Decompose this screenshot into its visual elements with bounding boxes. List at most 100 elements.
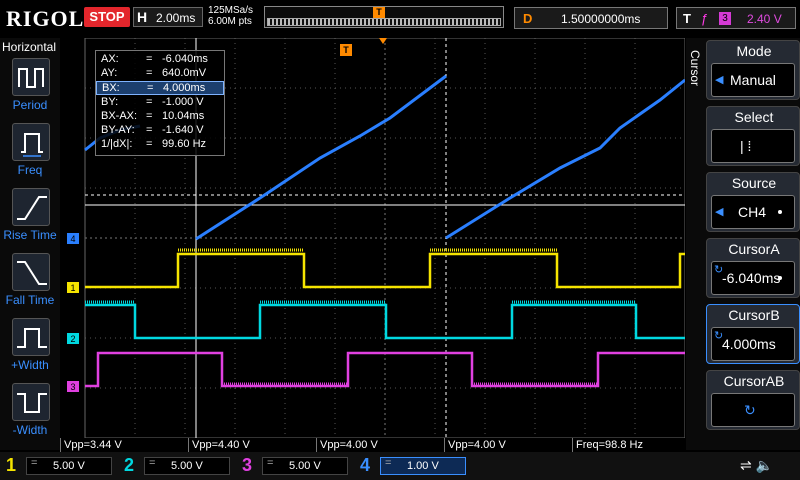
measure-period-label: Period — [12, 98, 48, 112]
cursor-ab-button[interactable]: CursorAB ↻ — [706, 370, 800, 430]
readout-value: -1.640 V — [162, 124, 204, 136]
delay-value: 1.50000000ms — [561, 12, 641, 26]
cursor-readout-row: BY-AY: = -1.640 V — [96, 124, 224, 138]
readout-value: 4.000ms — [163, 82, 206, 94]
cursor-readout-row: AX: = -6.040ms — [96, 53, 224, 67]
readout-eq: = — [146, 138, 153, 150]
left-arrow-icon: ◀ — [715, 74, 724, 86]
cursor-readout-row: BX-AX: = 10.04ms — [96, 110, 224, 124]
timebase-value: 2.00ms — [156, 11, 196, 25]
cursor-mode-value: Manual — [730, 72, 776, 88]
measurement-ch4-vpp[interactable]: Vpp=3.44 V — [60, 438, 188, 452]
measure-fall-time-button[interactable]: Fall Time — [0, 253, 60, 313]
readout-value: 640.0mV — [162, 67, 207, 79]
ch4-marker-label: 4 — [70, 234, 75, 244]
cursor-source-value-box: ◀ CH4 — [711, 195, 795, 229]
menu-side-tab: Cursor — [686, 46, 704, 446]
measurement-freq[interactable]: Freq=98.8 Hz — [572, 438, 685, 452]
memory-waveform-preview — [267, 18, 501, 26]
cursor-select-value: | ⁞ — [740, 138, 752, 154]
channel-3-button[interactable]: 3 = 5.00 V — [236, 455, 354, 477]
dc-coupling-icon: = — [385, 457, 392, 469]
dc-coupling-icon: = — [267, 457, 274, 469]
cursor-b-button[interactable]: CursorB ↻ 4.000ms — [706, 304, 800, 364]
ch2-marker-label: 2 — [70, 334, 75, 344]
channel-4-scale-box: = 1.00 V — [380, 457, 466, 475]
freq-icon — [12, 123, 50, 161]
cursor-select-title: Select — [734, 109, 774, 125]
rise-time-icon — [12, 188, 50, 226]
cursor-readout-row: BY: = -1.000 V — [96, 96, 224, 110]
cursor-menu: Cursor Mode ◀ Manual Select | ⁞ Source ◀… — [686, 38, 800, 450]
readout-key: BY-AY: — [101, 124, 135, 136]
measure-fall-time-label: Fall Time — [5, 293, 55, 307]
acquisition-info: 125MSa/s 6.00M pts — [208, 5, 253, 27]
ch1-ground-marker: 1 — [67, 282, 79, 293]
measure-rise-time-button[interactable]: Rise Time — [0, 188, 60, 248]
trigger-level: 2.40 V — [747, 12, 782, 26]
trigger-source-badge: 3 — [719, 12, 731, 25]
delay-position-marker — [379, 38, 387, 44]
ch2-ground-marker: 2 — [67, 333, 79, 344]
ch3-marker-label: 3 — [70, 382, 75, 392]
cursor-source-button[interactable]: Source ◀ CH4 — [706, 172, 800, 232]
pos-width-icon — [12, 318, 50, 356]
cursor-b-title: CursorB — [728, 307, 780, 323]
readout-value: -1.000 V — [162, 96, 204, 108]
ch4-trace-segment — [445, 78, 685, 240]
cursor-source-value: CH4 — [738, 204, 767, 220]
channel-2-button[interactable]: 2 = 5.00 V — [118, 455, 236, 477]
neg-width-icon — [12, 383, 50, 421]
channel-3-scale-box: = 5.00 V — [262, 457, 348, 475]
cursor-b-value-box: ↻ 4.000ms — [711, 327, 795, 361]
trigger-time-marker: T — [340, 44, 352, 56]
cursor-a-value-box: ↻ -6.040ms — [711, 261, 795, 295]
cursor-a-title: CursorA — [728, 241, 780, 257]
dc-coupling-icon: = — [149, 457, 156, 469]
readout-value: -6.040ms — [162, 53, 208, 65]
measurement-ch3-vpp[interactable]: Vpp=4.00 V — [444, 438, 572, 452]
cursor-b-value: 4.000ms — [722, 336, 776, 352]
horizontal-label: H — [137, 9, 148, 25]
measurement-ch2-vpp[interactable]: Vpp=4.00 V — [316, 438, 444, 452]
channel-1-scale-box: = 5.00 V — [26, 457, 112, 475]
delay-indicator[interactable]: D 1.50000000ms — [514, 7, 668, 29]
measure-pos-width-button[interactable]: +Width — [0, 318, 60, 378]
fall-time-icon — [12, 253, 50, 291]
cursor-mode-button[interactable]: Mode ◀ Manual — [706, 40, 800, 100]
cursor-select-value-box: | ⁞ — [711, 129, 795, 163]
cursor-mode-title: Mode — [736, 43, 772, 59]
usb-speaker-icons[interactable]: ⇌ 🔈 — [740, 457, 773, 474]
channel-2-scale-box: = 5.00 V — [144, 457, 230, 475]
run-stop-indicator[interactable]: STOP — [84, 7, 130, 27]
trigger-indicator[interactable]: T ƒ 3 2.40 V — [676, 7, 796, 29]
memory-overview-strip: T — [264, 6, 504, 28]
channel-1-scale: 5.00 V — [53, 460, 85, 472]
channel-4-button[interactable]: 4 = 1.00 V — [354, 455, 472, 477]
cursor-a-button[interactable]: CursorA ↻ -6.040ms — [706, 238, 800, 298]
channel-2-scale: 5.00 V — [171, 460, 203, 472]
channel-1-button[interactable]: 1 = 5.00 V — [0, 455, 118, 477]
cursor-readout-row: AY: = 640.0mV — [96, 67, 224, 81]
memory-depth: 6.00M pts — [208, 16, 252, 27]
readout-eq: = — [146, 110, 153, 122]
cursor-ab-title: CursorAB — [723, 373, 785, 389]
readout-key: BX-AX: — [101, 110, 138, 122]
readout-eq: = — [146, 124, 153, 136]
measure-freq-button[interactable]: Freq — [0, 123, 60, 183]
measure-period-button[interactable]: Period — [0, 58, 60, 118]
ch4-trace-segment — [195, 74, 447, 241]
readout-value: 10.04ms — [162, 110, 205, 122]
measure-pos-width-label: +Width — [11, 358, 49, 372]
channel-bar: 1 = 5.00 V 2 = 5.00 V 3 = 5.00 V 4 = 1.0… — [0, 452, 800, 480]
ch1-marker-label: 1 — [70, 283, 75, 293]
horizontal-timebase[interactable]: H 2.00ms — [133, 7, 203, 27]
measure-neg-width-button[interactable]: -Width — [0, 383, 60, 443]
readout-eq: = — [146, 53, 153, 65]
menu-side-label: Cursor — [688, 50, 702, 87]
measurement-ch1-vpp[interactable]: Vpp=4.40 V — [188, 438, 316, 452]
cursor-readout-panel: AX: = -6.040ms AY: = 640.0mV BX: = 4.000ms BY:… — [95, 50, 225, 156]
rotate-knob-icon: ↻ — [744, 402, 756, 418]
period-icon — [12, 58, 50, 96]
cursor-select-button[interactable]: Select | ⁞ — [706, 106, 800, 166]
